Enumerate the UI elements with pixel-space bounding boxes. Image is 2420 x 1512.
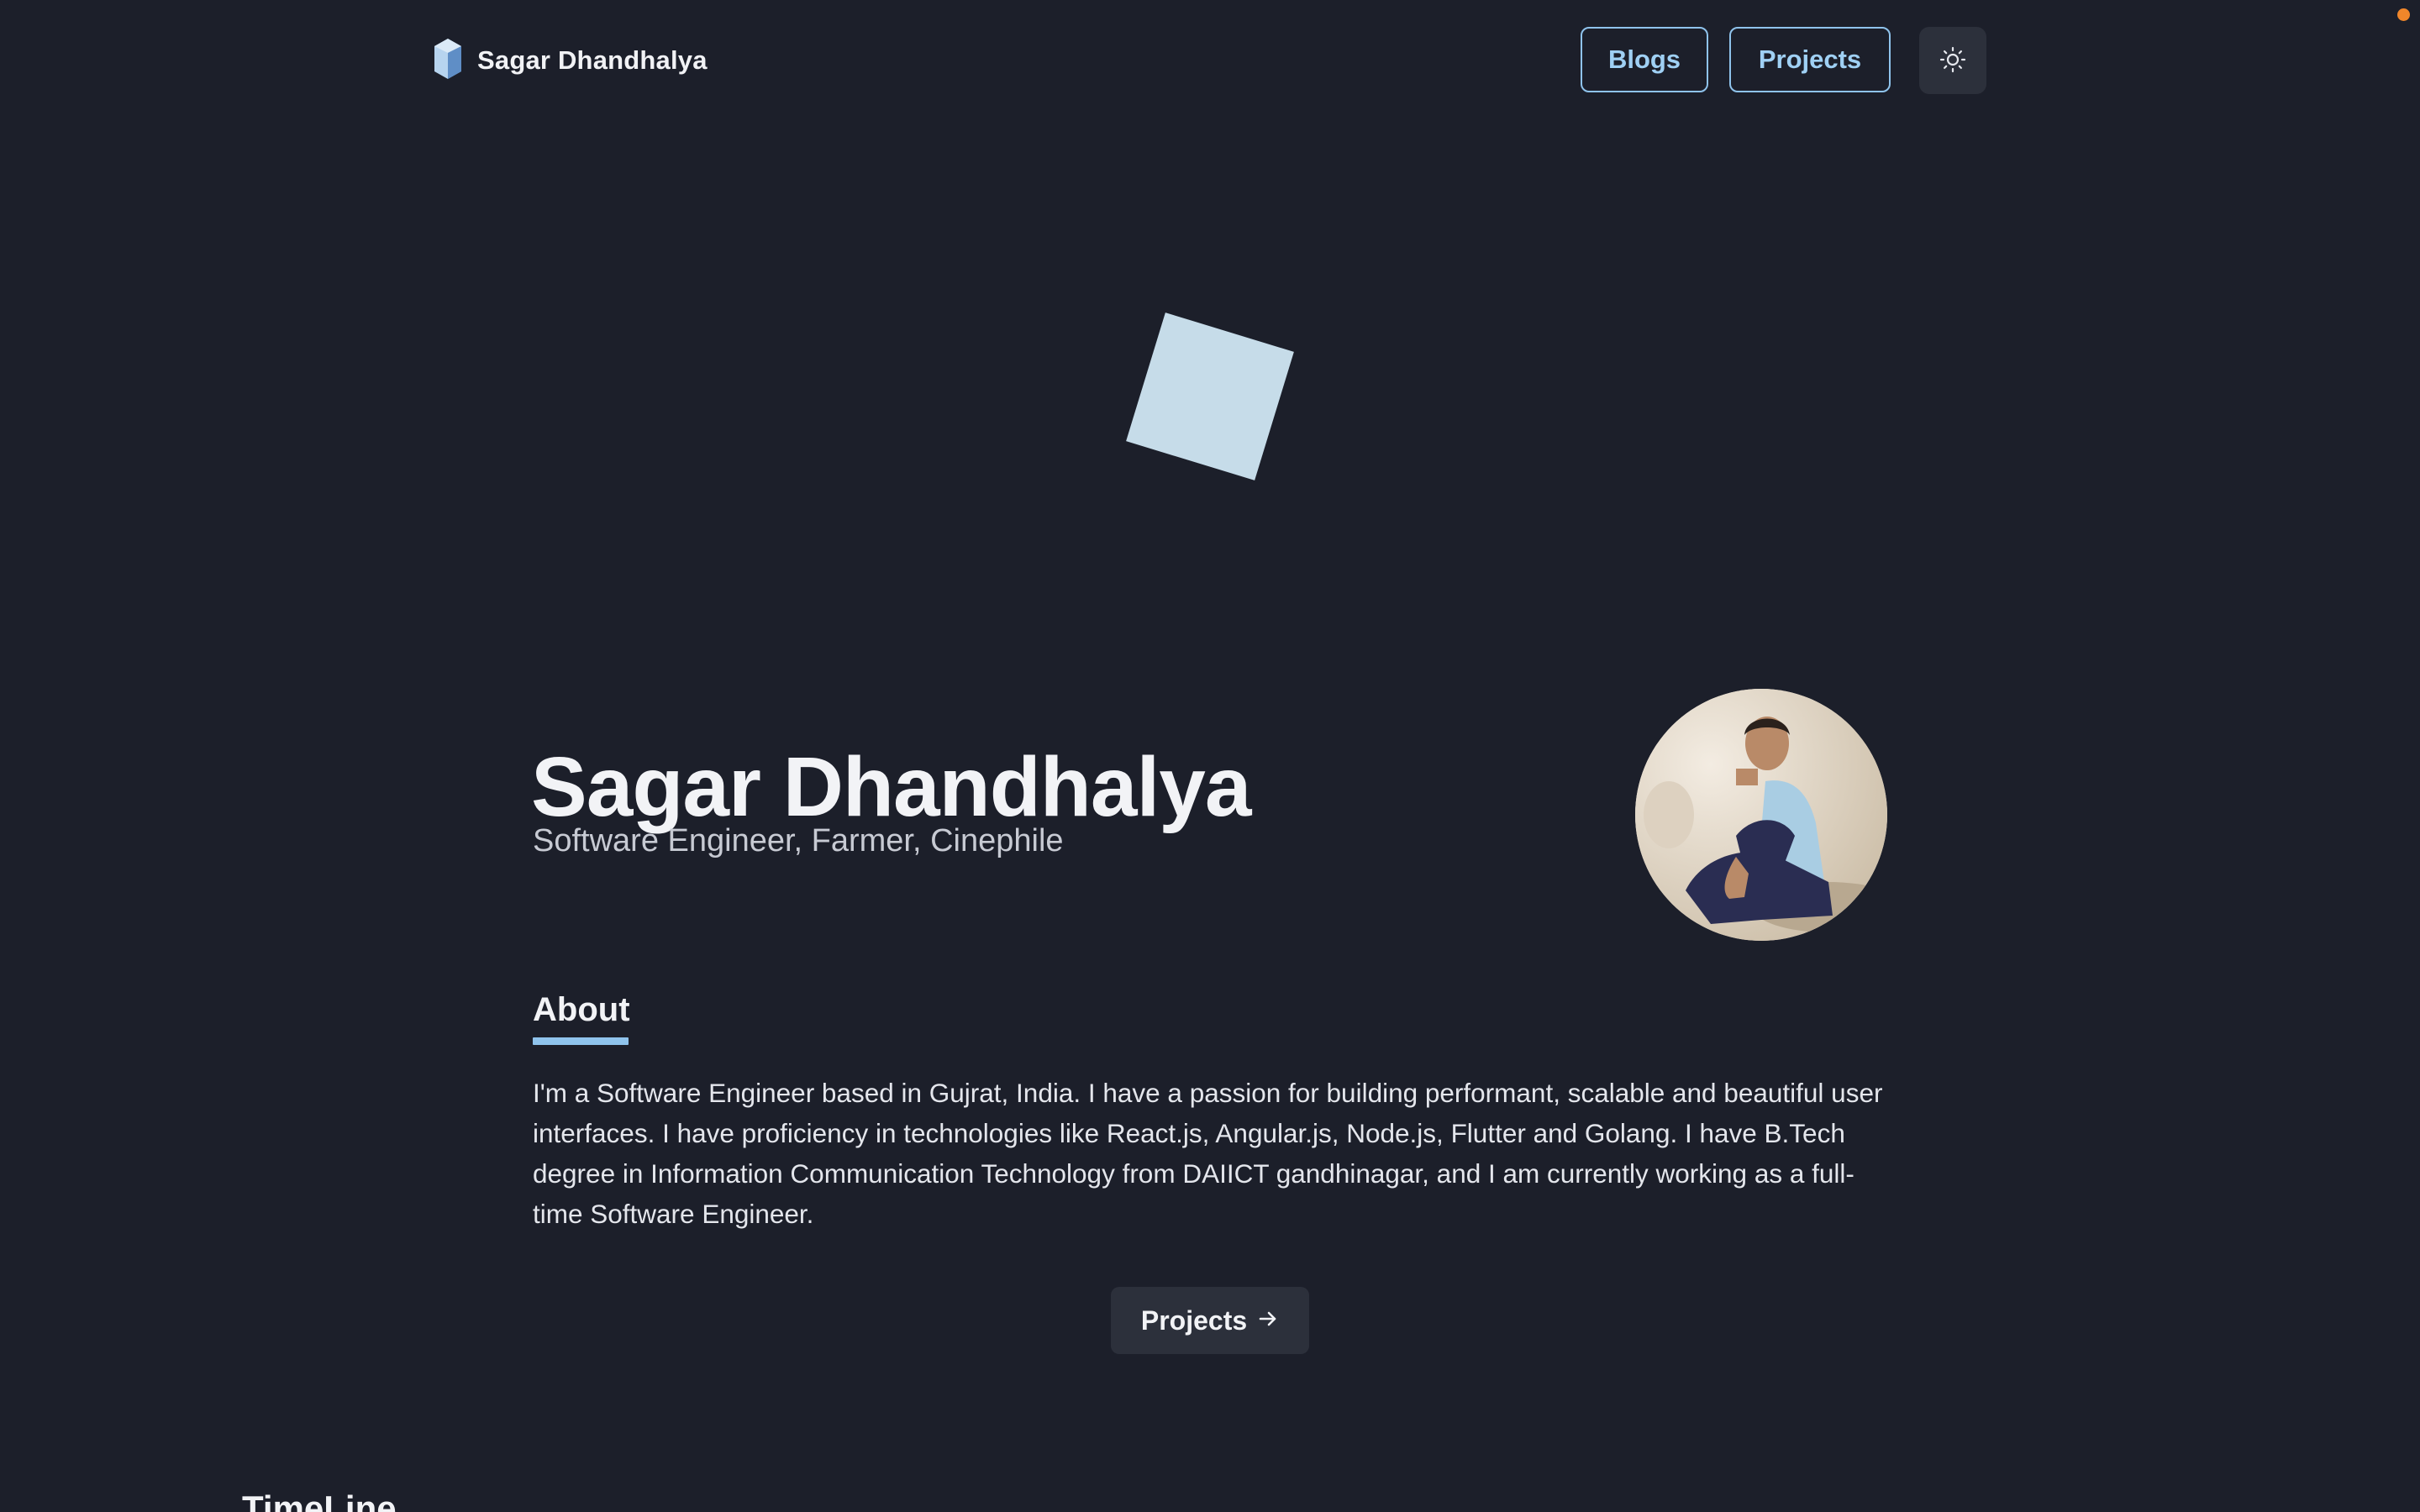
- about-text: I'm a Software Engineer based in Gujrat,…: [533, 1078, 1883, 1229]
- arrow-right-icon: [1257, 1305, 1279, 1336]
- sun-icon: [1939, 46, 1966, 76]
- crystal-logo-icon: [434, 38, 462, 84]
- about-underline: [533, 1037, 629, 1045]
- projects-cta-label: Projects: [1140, 1305, 1248, 1336]
- timeline-heading: TimeLine: [242, 1488, 397, 1512]
- avatar: [1635, 689, 1887, 941]
- projects-cta-button[interactable]: Projects: [1111, 1287, 1309, 1354]
- hero-tagline: Software Engineer, Farmer, Cinephile: [533, 823, 1064, 858]
- about-heading: About: [533, 991, 630, 1028]
- theme-toggle-button[interactable]: [1919, 27, 1986, 94]
- hero-name: Sagar Dhandhalya: [531, 740, 1252, 834]
- nav-blogs-button[interactable]: Blogs: [1581, 27, 1708, 92]
- notification-dot: [2397, 8, 2410, 21]
- nav-projects-button[interactable]: Projects: [1729, 27, 1891, 92]
- brand-name: Sagar Dhandhalya: [477, 45, 708, 75]
- hero-cube: [1126, 312, 1294, 480]
- portfolio-page: Sagar Dhandhalya Blogs Projects Sagar Dh…: [0, 0, 2420, 1512]
- brand-link[interactable]: Sagar Dhandhalya: [434, 34, 708, 87]
